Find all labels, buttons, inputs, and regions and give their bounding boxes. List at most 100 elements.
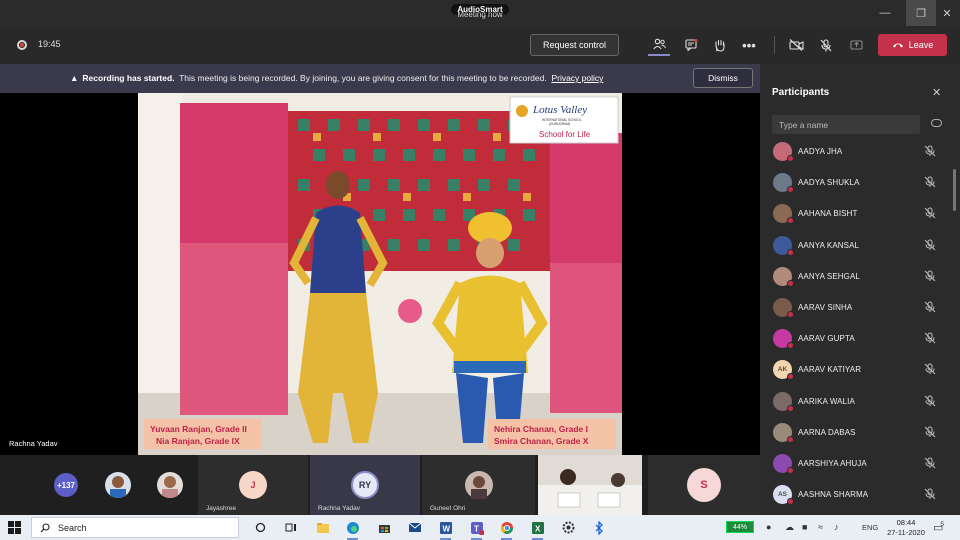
notification-center-icon[interactable]: ▭5 <box>933 521 947 534</box>
avatar: S <box>687 468 721 502</box>
camera-off-icon[interactable] <box>785 34 807 56</box>
toolbar-divider <box>774 36 775 54</box>
participant-row[interactable]: AARAV GUPTA <box>760 323 956 354</box>
participant-row[interactable]: AARSHIYA AHUJA <box>760 448 956 479</box>
mail-icon[interactable] <box>406 519 423 536</box>
participant-tile-name: Jayashree <box>206 505 236 512</box>
leave-label: Leave <box>908 40 934 50</box>
request-control-button[interactable]: Request control <box>530 34 619 56</box>
excel-icon[interactable]: X <box>529 519 546 540</box>
logo-sub2: (GURUGRAM) <box>549 122 570 126</box>
participant-video-tile[interactable] <box>538 455 642 515</box>
avatar <box>773 329 794 350</box>
participant-row[interactable]: AADYA JHA <box>760 136 956 167</box>
participant-thumbnail[interactable] <box>157 472 183 498</box>
privacy-policy-link[interactable]: Privacy policy <box>551 73 603 83</box>
avatar <box>773 391 794 412</box>
participant-row[interactable]: AARAV SINHA <box>760 292 956 323</box>
wifi-icon[interactable]: ≈ <box>818 522 823 532</box>
close-window-button[interactable]: ✕ <box>932 0 960 26</box>
presence-status-icon <box>787 466 794 474</box>
participant-thumbnail[interactable] <box>105 472 131 498</box>
recording-banner: ▲ Recording has started. This meeting is … <box>0 64 760 93</box>
mic-muted-icon[interactable] <box>924 145 936 157</box>
notification-count: 5 <box>940 521 945 528</box>
participant-row[interactable]: AARNA DABAS <box>760 417 956 448</box>
people-icon[interactable]: ● <box>766 522 771 532</box>
participant-row[interactable]: AAHANA BISHT <box>760 198 956 229</box>
participant-row[interactable]: AADYA SHUKLA <box>760 167 956 198</box>
language-indicator[interactable]: ENG <box>862 523 878 532</box>
leave-button[interactable]: Leave <box>878 34 947 56</box>
mic-muted-icon[interactable] <box>924 332 936 344</box>
overflow-count-button[interactable]: +137 <box>54 473 78 497</box>
participant-tile[interactable]: Guneet Ohri <box>422 455 535 515</box>
battery-indicator[interactable]: 44% <box>726 521 754 533</box>
scrollbar[interactable] <box>953 169 956 211</box>
share-link-icon[interactable] <box>931 119 942 127</box>
volume-icon[interactable]: ♪ <box>834 522 839 532</box>
presence-status-icon <box>787 342 794 350</box>
participant-row[interactable]: AANYA SEHGAL <box>760 261 956 292</box>
avatar <box>773 204 794 225</box>
settings-icon[interactable] <box>560 519 577 536</box>
mic-muted-icon[interactable] <box>924 176 936 188</box>
bluetooth-icon[interactable] <box>590 519 607 536</box>
participant-tile-name: Rachna Yadav <box>318 505 361 512</box>
mic-muted-icon[interactable] <box>924 488 936 500</box>
onedrive-icon[interactable]: ☁ <box>785 522 794 533</box>
mic-muted-icon[interactable] <box>924 395 936 407</box>
participant-name: AAHANA BISHT <box>798 209 858 219</box>
mic-muted-icon[interactable] <box>924 207 936 219</box>
windows-start-icon[interactable] <box>8 521 21 534</box>
taskbar-search[interactable]: Search <box>31 517 239 538</box>
cortana-icon[interactable] <box>252 519 269 536</box>
participant-name: AANYA SEHGAL <box>798 271 860 281</box>
avatar <box>773 297 794 318</box>
caption-left-line2: Nia Ranjan, Grade IX <box>156 436 240 446</box>
participant-row[interactable]: AS AASHNA SHARMA <box>760 479 956 510</box>
task-view-icon[interactable] <box>282 519 299 536</box>
share-icon[interactable] <box>845 34 867 56</box>
participant-search-input[interactable] <box>772 115 920 134</box>
avatar: AS <box>773 485 794 506</box>
chat-icon[interactable] <box>680 34 702 56</box>
minimize-button[interactable]: — <box>870 0 900 26</box>
raise-hand-icon[interactable] <box>709 34 731 56</box>
avatar <box>464 471 493 499</box>
mic-off-icon[interactable] <box>815 34 837 56</box>
search-icon <box>40 522 50 532</box>
presence-status-icon <box>787 279 794 287</box>
mic-muted-icon[interactable] <box>924 426 936 438</box>
teams-icon[interactable]: T <box>468 519 485 540</box>
mic-muted-icon[interactable] <box>924 301 936 313</box>
hang-up-icon <box>892 43 903 48</box>
more-icon[interactable]: ••• <box>738 34 760 56</box>
chrome-icon[interactable] <box>498 519 515 540</box>
participant-name: AADYA SHUKLA <box>798 178 860 188</box>
dismiss-button[interactable]: Dismiss <box>693 68 753 88</box>
participant-tile[interactable]: RY Rachna Yadav <box>310 455 420 515</box>
taskbar-clock[interactable]: 08:44 27-11-2020 <box>884 518 928 538</box>
participants-icon[interactable] <box>648 34 670 56</box>
word-icon[interactable]: W <box>437 519 454 540</box>
participant-row[interactable]: AK AARAV KATIYAR <box>760 354 956 385</box>
store-icon[interactable] <box>376 519 393 536</box>
mic-muted-icon[interactable] <box>924 363 936 375</box>
recording-text: This meeting is being recorded. By joini… <box>179 73 547 83</box>
panel-title: Participants <box>772 87 830 98</box>
edge-icon[interactable] <box>344 519 361 540</box>
participant-row[interactable]: AARIKA WALIA <box>760 386 956 417</box>
mic-muted-icon[interactable] <box>924 270 936 282</box>
presence-status-icon <box>787 155 794 162</box>
mic-muted-icon[interactable] <box>924 239 936 251</box>
file-explorer-icon[interactable] <box>314 519 331 536</box>
participant-tile[interactable]: S <box>648 455 760 515</box>
participant-tile[interactable]: J Jayashree <box>198 455 308 515</box>
svg-text:X: X <box>535 524 541 533</box>
mic-muted-icon[interactable] <box>924 457 936 469</box>
presence-status-icon <box>787 373 794 381</box>
close-icon[interactable]: ✕ <box>932 86 941 99</box>
security-icon[interactable]: ■ <box>802 522 807 532</box>
participant-row[interactable]: AANYA KANSAL <box>760 230 956 261</box>
